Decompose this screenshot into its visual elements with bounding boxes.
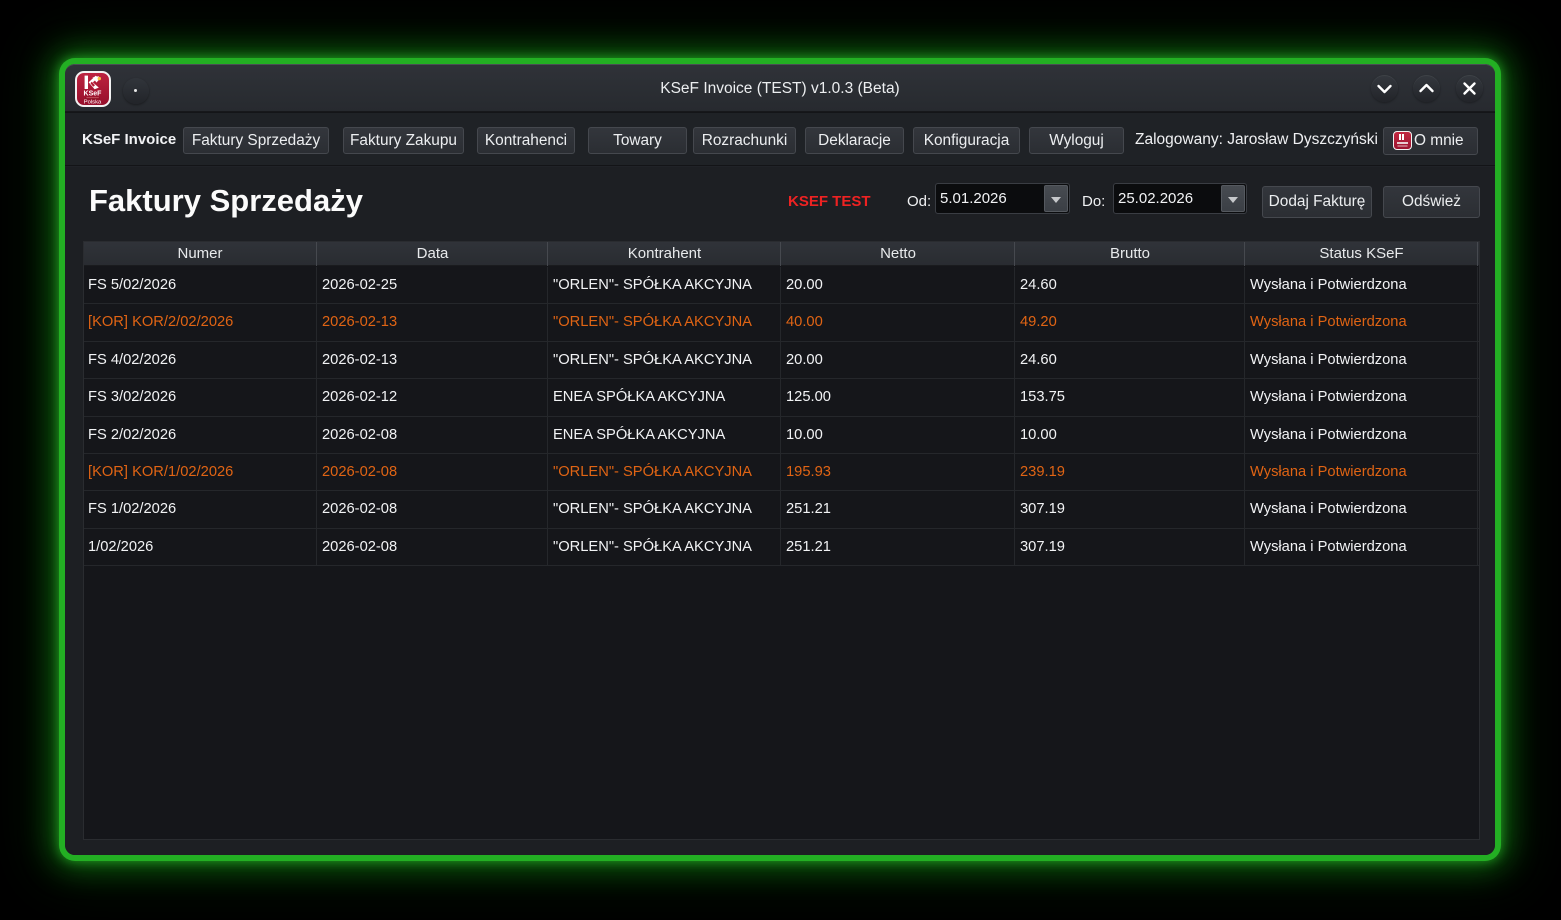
svg-text:KSeF: KSeF: [84, 91, 103, 98]
svg-text:Polska: Polska: [84, 99, 102, 105]
